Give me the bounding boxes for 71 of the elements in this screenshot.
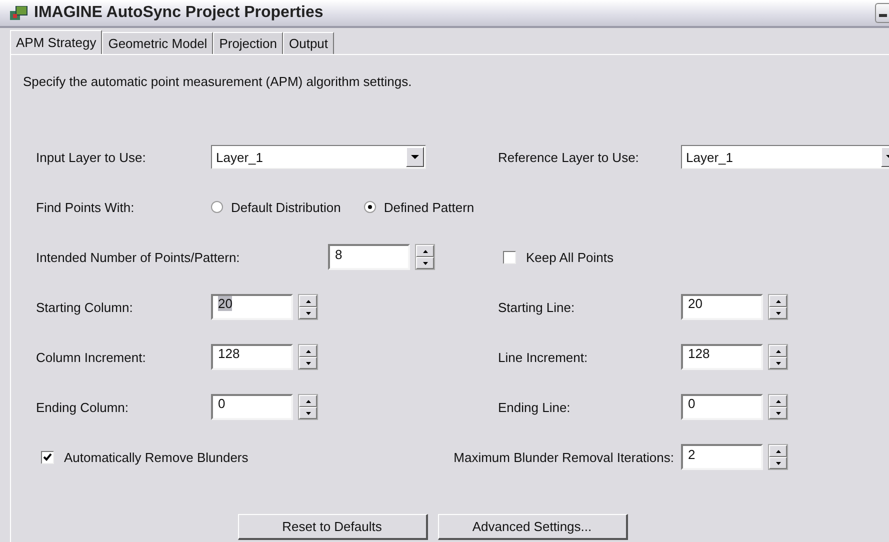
minimize-icon (878, 14, 886, 17)
layer-dropdown[interactable]: Layer_1 (211, 145, 426, 169)
field-label: Ending Line: (498, 400, 572, 414)
down-arrow-icon (776, 412, 780, 414)
minimize-button[interactable] (875, 3, 889, 23)
down-arrow-icon (306, 312, 310, 314)
field-label: Starting Line: (498, 300, 576, 314)
number-field[interactable]: 20 (681, 294, 763, 320)
checkbox-label: Keep All Points (526, 250, 614, 264)
checkbox[interactable] (41, 450, 54, 464)
spin-buttons[interactable] (768, 344, 788, 370)
up-arrow-icon (776, 450, 780, 452)
tab[interactable]: Geometric Model (102, 32, 214, 54)
field-value: 128 (218, 346, 240, 361)
up-arrow-icon (776, 300, 780, 302)
number-field[interactable]: 0 (211, 394, 293, 420)
spin-buttons[interactable] (298, 294, 318, 320)
field-label: Find Points With: (36, 200, 136, 214)
checkbox-label: Automatically Remove Blunders (64, 450, 248, 464)
number-field[interactable]: 2 (681, 444, 763, 470)
number-field[interactable]: 128 (211, 344, 293, 370)
field-value: 0 (688, 396, 696, 411)
tab[interactable]: Projection (213, 32, 283, 54)
number-field[interactable]: 20 (211, 294, 293, 320)
up-arrow-icon (776, 350, 780, 352)
up-arrow-icon (422, 250, 428, 252)
layer-dropdown[interactable]: Layer_1 (681, 145, 889, 169)
dialog-button[interactable]: Reset to Defaults (238, 514, 428, 540)
app-icon (10, 6, 28, 20)
radio-label: Default Distribution (231, 200, 341, 214)
number-field[interactable]: 0 (681, 394, 763, 420)
field-value: 20 (218, 296, 232, 311)
radio-button[interactable] (211, 201, 223, 213)
up-arrow-icon (306, 350, 310, 352)
spin-buttons[interactable] (298, 344, 318, 370)
up-arrow-icon (306, 300, 310, 302)
checkmark-icon (43, 453, 52, 461)
spin-buttons[interactable] (768, 294, 788, 320)
field-label: Intended Number of Points/Pattern: (36, 250, 241, 264)
window-title: IMAGINE AutoSync Project Properties (34, 4, 324, 22)
down-arrow-icon (776, 312, 780, 314)
spin-buttons[interactable] (768, 394, 788, 420)
field-label: Maximum Blunder Removal Iterations: (454, 450, 674, 464)
field-label: Column Increment: (36, 350, 147, 364)
down-arrow-icon (422, 262, 428, 264)
number-field[interactable]: 128 (681, 344, 763, 370)
radio-label: Defined Pattern (384, 200, 474, 214)
down-arrow-icon (306, 412, 310, 414)
description-text: Specify the automatic point measurement (APM) algorithm settings. (23, 74, 412, 89)
field-value: 0 (218, 396, 226, 411)
checkbox[interactable] (503, 250, 516, 264)
spin-buttons[interactable] (298, 394, 318, 420)
radio-button[interactable] (364, 201, 376, 213)
field-label: Input Layer to Use: (36, 150, 147, 164)
up-arrow-icon (776, 400, 780, 402)
dialog-button[interactable]: Advanced Settings... (438, 514, 628, 540)
down-arrow-icon (306, 362, 310, 364)
field-value: 128 (688, 346, 710, 361)
field-label: Ending Column: (36, 400, 130, 414)
down-arrow-icon (776, 462, 780, 464)
number-field[interactable]: 8 (328, 244, 410, 270)
spin-buttons[interactable] (768, 444, 788, 470)
field-value: 20 (688, 296, 702, 311)
field-label: Starting Column: (36, 300, 134, 314)
field-label: Line Increment: (498, 350, 589, 364)
down-arrow-icon (776, 362, 780, 364)
tab[interactable]: Output (283, 32, 334, 54)
tab[interactable]: APM Strategy (10, 30, 102, 54)
up-arrow-icon (306, 400, 310, 402)
spin-buttons[interactable] (415, 244, 435, 270)
field-label: Reference Layer to Use: (498, 150, 640, 164)
